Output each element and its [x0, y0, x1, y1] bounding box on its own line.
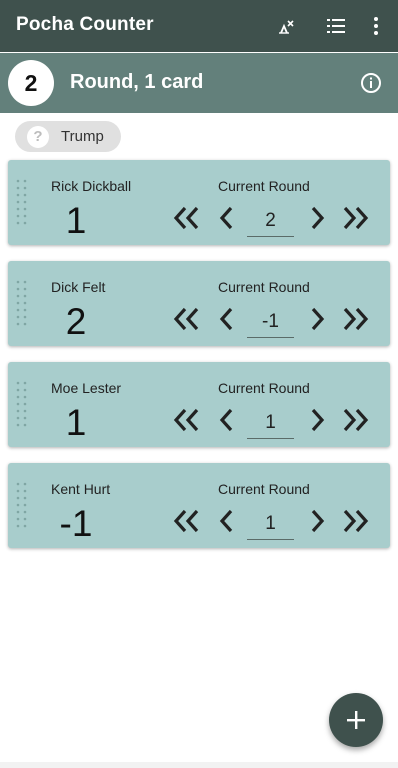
decrease-button[interactable]	[213, 503, 241, 539]
decrease-button[interactable]	[213, 402, 241, 438]
trump-label: Trump	[61, 128, 104, 145]
info-icon	[361, 73, 381, 93]
double-chevron-right-icon	[343, 307, 369, 331]
bottom-strip	[0, 762, 398, 768]
chevron-right-icon	[311, 408, 325, 432]
trump-chip[interactable]: ? Trump	[15, 121, 121, 152]
double-chevron-left-icon	[173, 408, 199, 432]
player-name: Dick Felt	[51, 279, 106, 295]
chevron-right-icon	[311, 307, 325, 331]
question-mark-icon: ?	[27, 125, 49, 148]
player-card: Kent Hurt -1 Current Round	[8, 463, 390, 548]
increase-button[interactable]	[303, 503, 331, 539]
round-info-button[interactable]	[358, 70, 384, 96]
round-number: 2	[8, 60, 54, 106]
bid-input[interactable]	[247, 407, 294, 439]
player-score: 1	[65, 402, 87, 443]
current-round-label: Current Round	[218, 481, 310, 497]
clear-scores-button[interactable]	[272, 12, 300, 40]
player-card: Moe Lester 1 Current Round	[8, 362, 390, 447]
double-chevron-right-icon	[343, 408, 369, 432]
chevron-right-icon	[311, 509, 325, 533]
current-round-label: Current Round	[218, 178, 310, 194]
player-card: Dick Felt 2 Current Round	[8, 261, 390, 346]
app-title: Pocha Counter	[16, 14, 154, 35]
chevron-left-icon	[219, 509, 233, 533]
list-icon	[327, 19, 345, 33]
player-score: 1	[65, 200, 87, 241]
bid-input[interactable]	[247, 306, 294, 338]
list-button[interactable]	[322, 12, 350, 40]
add-player-fab[interactable]	[329, 693, 383, 747]
increase-fast-button[interactable]	[338, 402, 374, 438]
decrease-fast-button[interactable]	[168, 503, 204, 539]
chevron-left-icon	[219, 206, 233, 230]
round-title: Round, 1 card	[70, 71, 204, 93]
increase-fast-button[interactable]	[338, 503, 374, 539]
app-bar: Pocha Counter	[0, 0, 398, 52]
increase-fast-button[interactable]	[338, 200, 374, 236]
decrease-button[interactable]	[213, 301, 241, 337]
decrease-fast-button[interactable]	[168, 200, 204, 236]
chevron-right-icon	[311, 206, 325, 230]
decrease-button[interactable]	[213, 200, 241, 236]
clear-scores-icon	[279, 20, 294, 34]
decrease-fast-button[interactable]	[168, 301, 204, 337]
decrease-fast-button[interactable]	[168, 402, 204, 438]
drag-handle-icon[interactable]	[14, 380, 30, 430]
more-options-button[interactable]	[362, 12, 390, 40]
player-score: 2	[65, 301, 87, 342]
increase-fast-button[interactable]	[338, 301, 374, 337]
increase-button[interactable]	[303, 402, 331, 438]
chevron-left-icon	[219, 408, 233, 432]
bid-input[interactable]	[247, 508, 294, 540]
double-chevron-left-icon	[173, 206, 199, 230]
increase-button[interactable]	[303, 200, 331, 236]
double-chevron-left-icon	[173, 307, 199, 331]
player-card: Rick Dickball 1 Current Round	[8, 160, 390, 245]
add-icon	[347, 711, 365, 729]
bid-input[interactable]	[247, 205, 294, 237]
current-round-label: Current Round	[218, 380, 310, 396]
double-chevron-right-icon	[343, 509, 369, 533]
drag-handle-icon[interactable]	[14, 481, 30, 531]
double-chevron-right-icon	[343, 206, 369, 230]
player-name: Kent Hurt	[51, 481, 111, 497]
more-vert-icon	[374, 17, 378, 35]
double-chevron-left-icon	[173, 509, 199, 533]
player-name: Rick Dickball	[51, 178, 132, 194]
current-round-label: Current Round	[218, 279, 310, 295]
drag-handle-icon[interactable]	[14, 279, 30, 329]
player-name: Moe Lester	[51, 380, 122, 396]
increase-button[interactable]	[303, 301, 331, 337]
chevron-left-icon	[219, 307, 233, 331]
player-score: -1	[59, 503, 93, 544]
round-header: 2 Round, 1 card	[0, 53, 398, 113]
drag-handle-icon[interactable]	[14, 178, 30, 228]
